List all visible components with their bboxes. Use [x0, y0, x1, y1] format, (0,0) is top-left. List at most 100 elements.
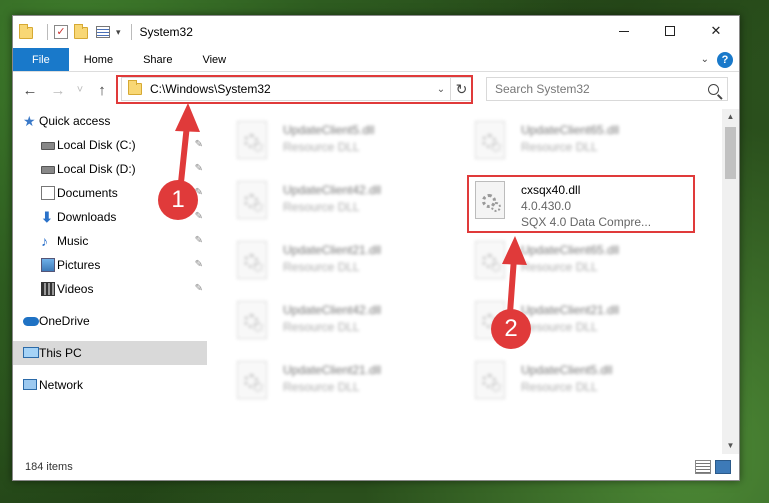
forward-button[interactable]: → [47, 82, 69, 99]
pin-icon[interactable]: ✎ [195, 163, 203, 174]
pin-icon[interactable]: ✎ [195, 139, 203, 150]
expand-ribbon-icon[interactable]: ⌄ [701, 54, 709, 65]
file-list: UpdateClient5.dll Resource DLL UpdateCli… [209, 109, 723, 454]
file-name: UpdateClient42.dll [283, 183, 382, 197]
file-item[interactable]: UpdateClient5.dll Resource DLL [475, 357, 705, 407]
videos-icon [41, 282, 55, 296]
file-item[interactable]: UpdateClient21.dll Resource DLL [237, 357, 467, 407]
dll-file-icon [237, 241, 267, 279]
documents-icon [41, 186, 55, 200]
file-name: UpdateClient5.dll [283, 123, 375, 137]
file-item[interactable]: UpdateClient65.dll Resource DLL [475, 117, 705, 167]
view-list-icon[interactable] [96, 26, 110, 38]
view-switcher [695, 460, 731, 474]
divider [47, 24, 48, 40]
search-input[interactable] [495, 82, 708, 96]
sidebar-item-label: Downloads [57, 210, 117, 224]
sidebar-item-local-disk-d[interactable]: Local Disk (D:) ✎ [13, 157, 207, 181]
customize-quick-access-icon[interactable]: ▾ [116, 27, 121, 38]
music-icon: ♪ [41, 233, 48, 249]
sidebar-item-label: Local Disk (D:) [57, 162, 136, 176]
tab-share[interactable]: Share [128, 48, 187, 71]
file-name: UpdateClient21.dll [521, 303, 620, 317]
scroll-down-icon[interactable]: ▼ [722, 438, 739, 454]
divider [130, 24, 132, 40]
tab-file[interactable]: File [13, 48, 69, 71]
onedrive-icon [23, 317, 39, 326]
file-description: Resource DLL [283, 200, 360, 214]
dll-file-icon [237, 121, 267, 159]
sidebar-item-label: Pictures [57, 258, 101, 272]
vertical-scrollbar[interactable]: ▲ ▼ [722, 109, 739, 454]
close-button[interactable]: ✕ [693, 16, 739, 46]
file-description: Resource DLL [283, 380, 360, 394]
close-icon: ✕ [710, 23, 722, 38]
disk-icon [41, 166, 55, 174]
pin-icon[interactable]: ✎ [195, 259, 203, 270]
file-name: UpdateClient21.dll [283, 243, 382, 257]
dll-file-icon [475, 241, 505, 279]
details-view-icon[interactable] [695, 460, 711, 474]
file-item[interactable]: UpdateClient65.dll Resource DLL [475, 237, 705, 287]
file-name: UpdateClient5.dll [521, 363, 613, 377]
pin-icon[interactable]: ✎ [195, 211, 203, 222]
new-folder-icon[interactable] [74, 24, 90, 40]
sidebar-item-music[interactable]: ♪ Music ✎ [13, 229, 207, 253]
network-icon [23, 379, 37, 390]
help-button[interactable]: ? [717, 52, 733, 68]
sidebar-item-pictures[interactable]: Pictures ✎ [13, 253, 207, 277]
back-button[interactable]: ← [19, 82, 41, 99]
properties-check-icon[interactable]: ✓ [54, 25, 68, 39]
pictures-icon [41, 258, 55, 272]
minimize-button[interactable] [601, 16, 647, 46]
file-description: Resource DLL [521, 320, 598, 334]
sidebar-item-videos[interactable]: Videos ✎ [13, 277, 207, 301]
file-description: Resource DLL [283, 260, 360, 274]
dll-file-icon [475, 361, 505, 399]
file-item[interactable]: UpdateClient42.dll Resource DLL [237, 297, 467, 347]
folder-icon [19, 24, 35, 40]
dll-file-icon [475, 121, 505, 159]
up-button[interactable]: ↑ [91, 82, 113, 99]
file-item[interactable]: UpdateClient21.dll Resource DLL [237, 237, 467, 287]
pin-icon[interactable]: ✎ [195, 235, 203, 246]
dll-file-icon [237, 301, 267, 339]
sidebar-item-local-disk-c[interactable]: Local Disk (C:) ✎ [13, 133, 207, 157]
tab-view[interactable]: View [187, 48, 241, 71]
sidebar-item-label: Quick access [39, 114, 111, 128]
file-description: Resource DLL [521, 260, 598, 274]
search-icon[interactable] [708, 83, 719, 95]
file-item[interactable]: UpdateClient42.dll Resource DLL [237, 177, 467, 227]
dll-file-icon [237, 181, 267, 219]
search-box[interactable] [486, 77, 728, 101]
pin-icon[interactable]: ✎ [195, 283, 203, 294]
star-icon: ★ [23, 113, 36, 129]
file-item[interactable]: UpdateClient5.dll Resource DLL [237, 117, 467, 167]
ribbon: File Home Share View ⌄ ? [13, 48, 739, 72]
sidebar-item-network[interactable]: Network [13, 373, 207, 397]
file-name: UpdateClient21.dll [283, 363, 382, 377]
sidebar-item-label: Music [57, 234, 89, 248]
tab-home[interactable]: Home [69, 48, 128, 71]
status-bar: 184 items [13, 454, 739, 480]
scroll-thumb[interactable] [725, 127, 736, 179]
sidebar-item-label: Documents [57, 186, 118, 200]
sidebar-item-this-pc[interactable]: This PC [13, 341, 207, 365]
window-controls: ✕ [601, 16, 739, 46]
minimize-icon [619, 30, 629, 32]
large-icons-view-icon[interactable] [715, 460, 731, 474]
sidebar-item-label: OneDrive [39, 314, 90, 328]
maximize-button[interactable] [647, 16, 693, 46]
navigation-pane: ★ Quick access Local Disk (C:) ✎ Local D… [13, 109, 207, 454]
item-count: 184 items [25, 461, 73, 473]
sidebar-item-onedrive[interactable]: OneDrive [13, 309, 207, 333]
sidebar-item-quick-access[interactable]: ★ Quick access [13, 109, 207, 133]
disk-icon [41, 142, 55, 150]
callout-1: 1 [158, 180, 198, 220]
scroll-up-icon[interactable]: ▲ [722, 109, 739, 125]
recent-locations-button[interactable]: ˅ [69, 84, 91, 96]
sidebar-item-label: Videos [57, 282, 94, 296]
maximize-icon [665, 26, 675, 36]
